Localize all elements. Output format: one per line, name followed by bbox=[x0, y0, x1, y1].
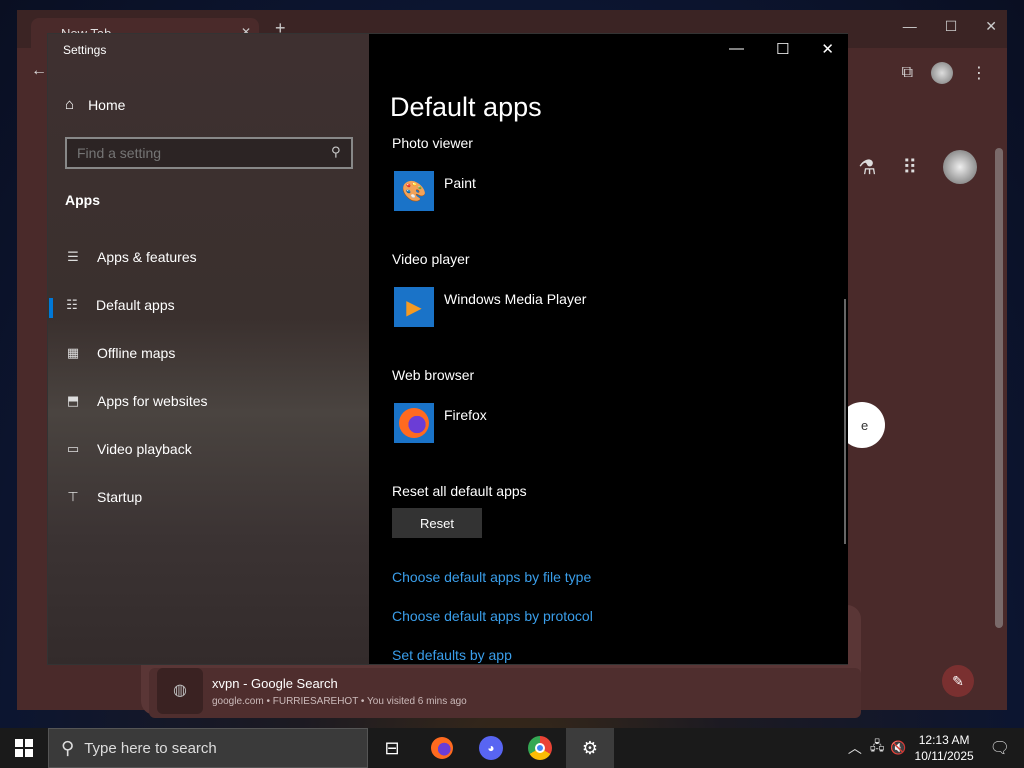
window-controls: — ☐ ✕ bbox=[729, 40, 834, 58]
sidebar-item-label: Apps & features bbox=[97, 249, 197, 265]
back-arrow-icon[interactable]: ← bbox=[31, 62, 47, 80]
link-by-protocol[interactable]: Choose default apps by protocol bbox=[392, 608, 593, 624]
find-setting-input[interactable] bbox=[65, 137, 353, 169]
result-subtitle: google.com • FURRIESAREHOT • You visited… bbox=[212, 696, 467, 707]
close-icon[interactable]: ✕ bbox=[821, 40, 834, 58]
volume-muted-icon[interactable]: 🔇 bbox=[890, 740, 906, 756]
search-icon: ⚲ bbox=[61, 737, 75, 758]
link-set-defaults-by-app[interactable]: Set defaults by app bbox=[392, 647, 512, 663]
browser-scrollbar[interactable] bbox=[995, 148, 1003, 628]
close-icon[interactable]: ✕ bbox=[985, 18, 997, 35]
maximize-icon[interactable]: ☐ bbox=[776, 40, 789, 58]
clock-date: 10/11/2025 bbox=[914, 749, 974, 763]
settings-sidebar: Settings ⌂ Home ⚲ Apps ☰ Apps & features… bbox=[48, 34, 369, 664]
photo-viewer-label: Photo viewer bbox=[392, 135, 473, 151]
nav-home[interactable]: ⌂ Home bbox=[65, 96, 125, 113]
globe-icon: ◍ bbox=[157, 668, 203, 714]
labs-flask-icon[interactable]: ⚗ bbox=[858, 155, 876, 180]
window-title: Settings bbox=[63, 43, 107, 57]
account-avatar[interactable] bbox=[943, 150, 977, 184]
reset-label: Reset all default apps bbox=[392, 483, 527, 499]
startup-icon: ⊤ bbox=[67, 489, 79, 504]
photo-viewer-app[interactable]: 🎨 Paint bbox=[394, 171, 476, 211]
reset-button[interactable]: Reset bbox=[392, 508, 482, 538]
browser-window-controls: — ☐ ✕ bbox=[903, 18, 997, 35]
task-view-icon[interactable]: ⊟ bbox=[368, 728, 416, 768]
video-icon: ▭ bbox=[66, 441, 80, 456]
search-icon[interactable]: ⚲ bbox=[331, 144, 341, 160]
history-result[interactable]: ◍ xvpn - Google Search google.com • FURR… bbox=[149, 668, 861, 718]
start-button[interactable] bbox=[0, 728, 48, 768]
link-box-icon: ⬒ bbox=[66, 393, 80, 408]
apps-grid-icon[interactable]: ⠿ bbox=[902, 155, 917, 180]
sidebar-item-label: Video playback bbox=[97, 441, 192, 457]
chrome-icon[interactable] bbox=[516, 728, 564, 768]
search-tabs-icon[interactable]: ⧉ bbox=[902, 64, 913, 82]
page-title: Default apps bbox=[390, 92, 542, 122]
web-browser-app-name: Firefox bbox=[444, 407, 487, 423]
settings-gear-icon[interactable]: ⚙ bbox=[566, 728, 614, 768]
taskbar-search-placeholder: Type here to search bbox=[84, 739, 217, 757]
result-title: xvpn - Google Search bbox=[212, 676, 338, 691]
home-icon: ⌂ bbox=[65, 96, 75, 113]
content-scrollbar[interactable] bbox=[844, 299, 846, 544]
notifications-icon[interactable]: 🗨 bbox=[990, 738, 1010, 758]
settings-content: — ☐ ✕ Default apps Photo viewer 🎨 Paint … bbox=[369, 34, 848, 664]
network-icon[interactable]: 🖧 bbox=[870, 737, 885, 759]
minimize-icon[interactable]: — bbox=[903, 18, 917, 35]
sidebar-item-offline-maps[interactable]: ▦ Offline maps bbox=[65, 345, 176, 361]
customize-pencil-icon[interactable]: ✎ bbox=[942, 665, 974, 697]
sidebar-item-label: Apps for websites bbox=[97, 393, 208, 409]
taskbar-search[interactable]: ⚲ Type here to search bbox=[48, 728, 368, 768]
windows-logo-icon bbox=[15, 739, 33, 757]
firefox-icon bbox=[394, 403, 434, 443]
active-indicator bbox=[49, 298, 53, 318]
ntp-top-right: ⚗ ⠿ bbox=[858, 150, 977, 184]
show-hidden-icons[interactable]: ︿ bbox=[848, 738, 862, 758]
sidebar-item-default-apps[interactable]: ☷ Default apps bbox=[64, 297, 175, 313]
paint-icon: 🎨 bbox=[394, 171, 434, 211]
clock[interactable]: 12:13 AM 10/11/2025 bbox=[915, 732, 974, 764]
sidebar-item-label: Default apps bbox=[96, 297, 175, 313]
sidebar-item-apps-for-websites[interactable]: ⬒ Apps for websites bbox=[65, 393, 208, 409]
nav-home-label: Home bbox=[88, 96, 126, 113]
firefox-taskbar-icon[interactable] bbox=[418, 728, 466, 768]
minimize-icon[interactable]: — bbox=[729, 40, 744, 58]
sidebar-item-video-playback[interactable]: ▭ Video playback bbox=[65, 441, 192, 457]
sidebar-item-startup[interactable]: ⊤ Startup bbox=[65, 489, 142, 505]
photo-viewer-app-name: Paint bbox=[444, 175, 476, 191]
profile-avatar[interactable] bbox=[931, 62, 953, 84]
maximize-icon[interactable]: ☐ bbox=[945, 18, 958, 35]
sidebar-item-apps-features[interactable]: ☰ Apps & features bbox=[65, 249, 197, 265]
sidebar-item-label: Startup bbox=[97, 489, 143, 505]
menu-dots-icon[interactable]: ⋮ bbox=[971, 63, 987, 83]
clock-time: 12:13 AM bbox=[918, 733, 970, 747]
browser-toolbar-icons: ⧉ ⋮ bbox=[902, 62, 987, 84]
media-player-icon: ▶ bbox=[394, 287, 434, 327]
system-tray: ︿ 🖧 🔇 12:13 AM 10/11/2025 🗨 bbox=[848, 728, 1024, 768]
web-browser-label: Web browser bbox=[392, 367, 475, 383]
list-icon: ☰ bbox=[67, 249, 79, 264]
link-by-file-type[interactable]: Choose default apps by file type bbox=[392, 569, 591, 585]
settings-window: Settings ⌂ Home ⚲ Apps ☰ Apps & features… bbox=[47, 33, 848, 665]
video-player-app-name: Windows Media Player bbox=[444, 291, 587, 307]
video-player-app[interactable]: ▶ Windows Media Player bbox=[394, 287, 586, 327]
taskbar: ⚲ Type here to search ⊟ ◕ ⚙ ︿ 🖧 🔇 12:13 … bbox=[0, 728, 1024, 768]
video-player-label: Video player bbox=[392, 251, 470, 267]
discord-icon[interactable]: ◕ bbox=[467, 728, 515, 768]
map-icon: ▦ bbox=[66, 345, 80, 360]
nav-section-title: Apps bbox=[65, 192, 100, 208]
sidebar-item-label: Offline maps bbox=[97, 345, 176, 361]
web-browser-app[interactable]: Firefox bbox=[394, 403, 487, 443]
default-apps-icon: ☷ bbox=[66, 297, 78, 312]
